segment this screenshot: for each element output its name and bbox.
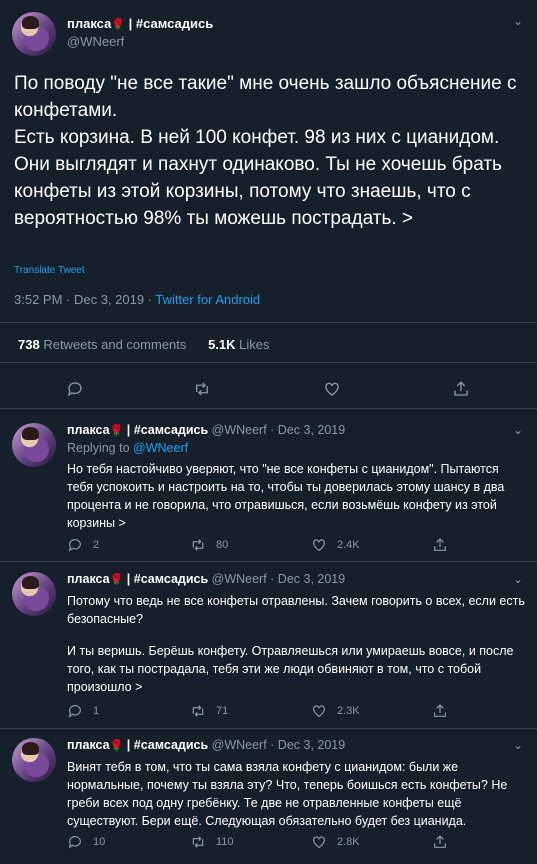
retweet-count: 80 xyxy=(216,539,229,551)
divider xyxy=(0,728,537,729)
share-button[interactable] xyxy=(432,537,448,553)
like-button[interactable]: 2.8K xyxy=(311,834,360,850)
chevron-down-icon[interactable]: ⌄ xyxy=(513,423,523,437)
likes-stat[interactable]: 5.1K Likes xyxy=(208,337,269,352)
retweet-button[interactable]: 110 xyxy=(190,834,234,850)
reply-button[interactable]: 1 xyxy=(67,703,99,719)
handle-date[interactable]: @WNeerf · Dec 3, 2019 xyxy=(212,423,346,437)
reply-paragraph: Потому что ведь не все конфеты отравлены… xyxy=(67,594,525,626)
reply-button[interactable] xyxy=(66,380,84,398)
reply-icon xyxy=(68,705,81,718)
avatar[interactable] xyxy=(12,572,56,616)
tweet-paragraph: По поводу "не все такие" мне очень зашло… xyxy=(14,73,517,121)
chevron-down-icon[interactable]: ⌄ xyxy=(513,14,523,28)
translate-tweet-link[interactable]: Translate Tweet xyxy=(14,265,85,276)
display-name[interactable]: плакса🌹 | #самсадись xyxy=(67,16,213,31)
reply-icon xyxy=(67,382,82,397)
handle-date[interactable]: @WNeerf · Dec 3, 2019 xyxy=(212,738,346,752)
retweet-button[interactable] xyxy=(193,380,211,398)
like-button[interactable] xyxy=(323,380,341,398)
like-count: 2.8K xyxy=(337,836,360,848)
retweet-count: 110 xyxy=(216,836,234,848)
divider xyxy=(0,322,537,323)
reply-icon xyxy=(68,836,81,849)
like-count: 2.4K xyxy=(337,539,360,551)
avatar[interactable] xyxy=(12,738,56,782)
share-icon xyxy=(454,381,468,396)
replying-to-link[interactable]: @WNeerf xyxy=(133,441,188,455)
reply-header: плакса🌹 | #самсадись @WNeerf · Dec 3, 20… xyxy=(67,572,346,586)
display-name[interactable]: плакса xyxy=(67,423,110,437)
divider xyxy=(0,362,537,363)
tweet-source[interactable]: Twitter for Android xyxy=(155,292,260,307)
reply-count: 1 xyxy=(93,705,100,717)
share-icon xyxy=(434,835,446,848)
reply-button[interactable]: 10 xyxy=(67,834,105,850)
reply-text: Но тебя настойчиво уверяют, что "не все … xyxy=(67,460,527,532)
retweet-icon xyxy=(192,836,204,848)
tweet-paragraph: Есть корзина. В ней 100 конфет. 98 из ни… xyxy=(14,127,502,229)
like-icon xyxy=(313,836,325,849)
divider xyxy=(0,408,537,409)
divider xyxy=(0,561,537,562)
like-icon xyxy=(313,705,325,718)
avatar[interactable] xyxy=(12,423,56,467)
retweet-button[interactable]: 71 xyxy=(190,703,228,719)
reply-icon xyxy=(68,539,81,552)
retweets-stat[interactable]: 738 Retweets and comments xyxy=(18,337,186,352)
tweet-stats: 738 Retweets and comments 5.1K Likes xyxy=(18,337,270,352)
retweet-icon xyxy=(192,539,204,551)
reply-header: плакса🌹 | #самсадись @WNeerf · Dec 3, 20… xyxy=(67,423,346,437)
reply-paragraph: Винят тебя в том, что ты сама взяла конф… xyxy=(67,760,508,828)
reply-count: 2 xyxy=(93,539,100,551)
retweet-button[interactable]: 80 xyxy=(190,537,228,553)
rose-icon: 🌹 xyxy=(109,574,124,586)
like-icon xyxy=(325,382,339,396)
handle[interactable]: @WNeerf xyxy=(67,34,124,49)
rose-icon: 🌹 xyxy=(111,19,125,31)
retweet-icon xyxy=(192,705,204,717)
handle-date[interactable]: @WNeerf · Dec 3, 2019 xyxy=(212,572,346,586)
reply-header: плакса🌹 | #самсадись @WNeerf · Dec 3, 20… xyxy=(67,738,346,752)
like-icon xyxy=(313,539,325,552)
like-button[interactable]: 2.3K xyxy=(311,703,360,719)
reply-paragraph: Но тебя настойчиво уверяют, что "не все … xyxy=(67,462,505,530)
reply-count: 10 xyxy=(93,836,106,848)
chevron-down-icon[interactable]: ⌄ xyxy=(513,738,523,752)
display-name[interactable]: плакса xyxy=(67,738,110,752)
retweet-icon xyxy=(196,382,208,396)
reply-paragraph: И ты веришь. Берёшь конфету. Отравляешьс… xyxy=(67,644,514,694)
share-button[interactable] xyxy=(432,834,448,850)
rose-icon: 🌹 xyxy=(109,425,124,437)
share-button[interactable] xyxy=(452,380,470,398)
avatar[interactable] xyxy=(12,12,56,56)
rose-icon: 🌹 xyxy=(109,740,124,752)
tweet-meta: 3:52 PM · Dec 3, 2019 · Twitter for Andr… xyxy=(14,292,260,307)
tweet-time[interactable]: 3:52 PM · Dec 3, 2019 · xyxy=(14,292,155,307)
share-icon xyxy=(434,704,446,717)
share-button[interactable] xyxy=(432,703,448,719)
like-count: 2.3K xyxy=(337,705,360,717)
display-name[interactable]: плакса xyxy=(67,572,110,586)
reply-button[interactable]: 2 xyxy=(67,537,99,553)
reply-text: Винят тебя в том, что ты сама взяла конф… xyxy=(67,758,527,830)
retweet-count: 71 xyxy=(216,705,229,717)
chevron-down-icon[interactable]: ⌄ xyxy=(513,572,523,586)
reply-text: Потому что ведь не все конфеты отравлены… xyxy=(67,592,527,696)
tweet-text: По поводу "не все такие" мне очень зашло… xyxy=(14,70,519,232)
like-button[interactable]: 2.4K xyxy=(311,537,360,553)
share-icon xyxy=(434,538,446,551)
replying-to: Replying to @WNeerf xyxy=(67,441,189,455)
